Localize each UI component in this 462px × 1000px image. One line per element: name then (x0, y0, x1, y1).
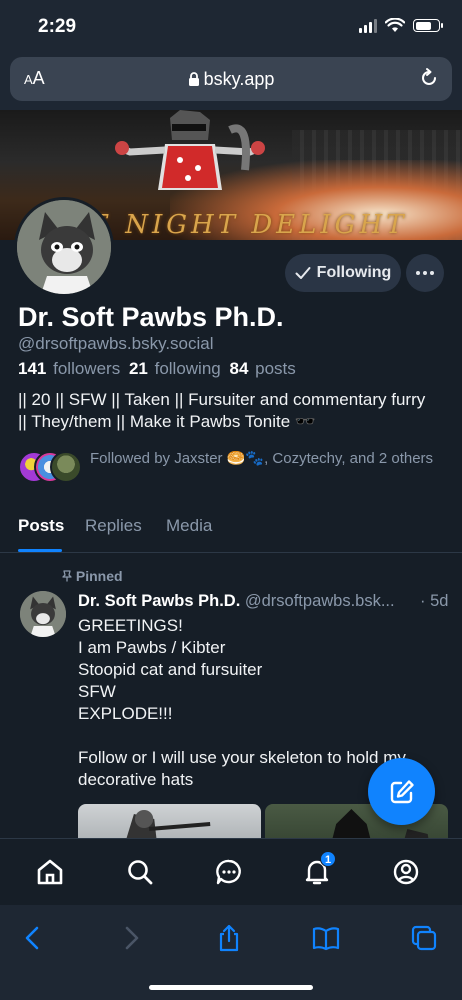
more-options-button[interactable] (406, 254, 444, 292)
tabs-icon[interactable] (409, 923, 439, 953)
profile-bio: || 20 || SFW || Taken || Fursuiter and c… (18, 390, 426, 431)
battery-icon (413, 19, 443, 32)
search-icon[interactable] (125, 857, 155, 887)
home-icon[interactable] (35, 857, 65, 887)
address-bar[interactable]: AAAA bsky.app (10, 57, 452, 101)
posts-count: 84 (229, 359, 249, 378)
tab-media[interactable]: Media (166, 516, 212, 536)
ellipsis-icon (416, 271, 434, 275)
following-button-label: Following (316, 264, 392, 281)
tab-replies[interactable]: Replies (85, 516, 142, 536)
tab-posts[interactable]: Posts (18, 516, 64, 536)
status-icons (359, 18, 443, 33)
chat-icon[interactable] (214, 857, 244, 887)
url-display[interactable]: bsky.app (10, 69, 452, 90)
bookmarks-icon[interactable] (311, 923, 341, 953)
profile-handle: @drsoftpawbs.bsky.social (18, 334, 214, 353)
profile-display-name: Dr. Soft Pawbs Ph.D. (18, 302, 284, 332)
known-follower-avatar (50, 451, 82, 483)
compose-icon (390, 779, 414, 803)
browser-toolbar (0, 905, 462, 1000)
following-count-label: following (154, 359, 221, 378)
profile-avatar[interactable] (14, 197, 114, 297)
status-time: 2:29 (38, 16, 77, 37)
forward-icon[interactable] (116, 923, 146, 953)
known-followers[interactable]: Followed by Jaxster 🥯🐾, Cozytechy, and 2… (18, 448, 448, 488)
profile-tabs: Posts Replies Media (0, 505, 462, 553)
reload-icon[interactable] (418, 67, 440, 89)
followers-link[interactable]: 141 followers (18, 359, 120, 378)
post-timestamp[interactable]: · 5d (416, 592, 449, 611)
url-text: bsky.app (203, 69, 275, 89)
banner-character-image (115, 110, 265, 190)
pinned-label: Pinned (62, 568, 123, 584)
posts-stat: 84 posts (229, 359, 295, 378)
avatar-image (17, 200, 111, 294)
post-author-avatar[interactable] (20, 591, 66, 637)
banner-caption: E NIGHT DELIGHT (90, 210, 408, 240)
posts-label: posts (255, 359, 296, 378)
back-icon[interactable] (18, 923, 48, 953)
notification-badge: 1 (320, 851, 337, 867)
post-author-name[interactable]: Dr. Soft Pawbs Ph.D. (78, 592, 240, 610)
wifi-icon (385, 18, 405, 32)
followers-label: followers (53, 359, 121, 378)
profile-icon[interactable] (391, 857, 421, 887)
pinned-text: Pinned (75, 568, 123, 584)
home-indicator (149, 985, 313, 990)
post-header: Dr. Soft Pawbs Ph.D. @drsoftpawbs.bsk... (78, 592, 448, 611)
profile-stats: 141 followers 21 following 84 posts (18, 359, 300, 379)
checkmark-icon (295, 267, 311, 279)
avatar-image (20, 591, 66, 637)
status-bar: 2:29 (0, 0, 462, 54)
compose-post-button[interactable] (368, 758, 435, 825)
pin-icon (62, 570, 72, 582)
bottom-navigation: 1 (0, 838, 462, 904)
followers-count: 141 (18, 359, 47, 378)
browser-chrome: AAAA bsky.app (0, 54, 462, 110)
share-icon[interactable] (214, 923, 244, 953)
post-author-handle: @drsoftpawbs.bsk... (244, 592, 395, 610)
following-button[interactable]: Following (285, 254, 401, 292)
followed-by-text: Followed by Jaxster 🥯🐾, Cozytechy, and 2… (90, 450, 434, 467)
following-link[interactable]: 21 following (129, 359, 221, 378)
following-count: 21 (128, 359, 148, 378)
lock-icon (188, 72, 199, 86)
cellular-signal-icon (359, 18, 377, 33)
active-tab-indicator (18, 549, 62, 552)
